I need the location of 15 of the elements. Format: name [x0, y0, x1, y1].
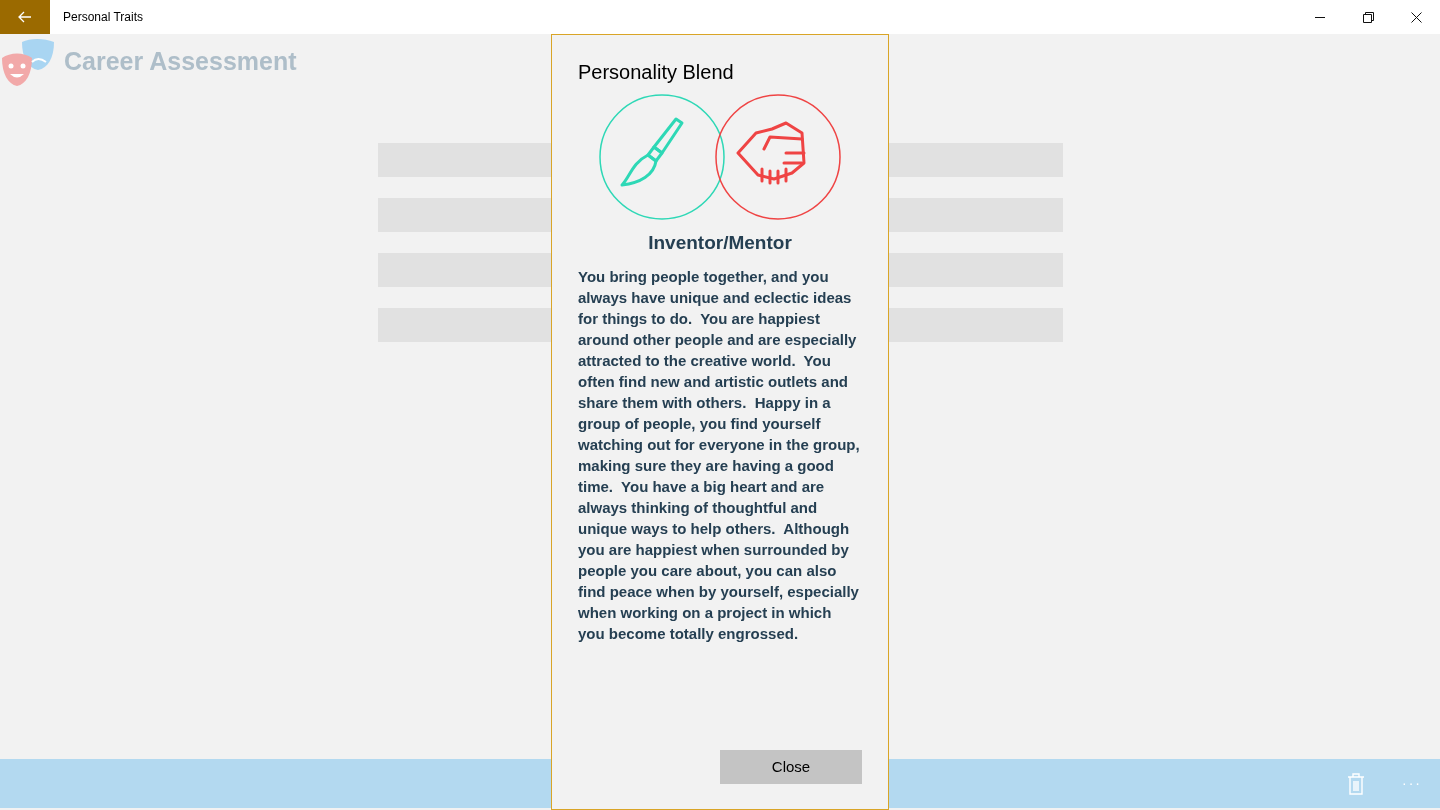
- theater-masks-icon: [0, 36, 56, 88]
- window-title: Personal Traits: [63, 9, 144, 26]
- paintbrush-icon: [620, 117, 684, 187]
- handshake-icon: [736, 121, 806, 185]
- back-button[interactable]: [0, 0, 50, 34]
- blend-description: You bring people together, and you always have unique and eclectic ideas for things to do. You are happiest around other people and are especially attracted to the creative world. You often find new and artistic outlets and share them with others. Happy in a group of people, you find yourself watching out for everyone in the group, making sure they are having a good time. You have a big heart and are always thinking of thoughtful and unique ways to help others. Although you are happiest when surrounded by people you care about, you can also find peace when by yourself, especially when working on a project in which you become totally engrossed.: [578, 266, 861, 644]
- minimize-icon: [1315, 16, 1325, 18]
- dialog-title: Personality Blend: [578, 60, 735, 85]
- app-title: Career Assessment: [64, 46, 297, 78]
- close-icon: [1410, 11, 1422, 23]
- blend-name: Inventor/Mentor: [647, 231, 793, 255]
- close-dialog-button[interactable]: Close: [720, 750, 862, 784]
- back-arrow-icon: [18, 11, 32, 23]
- trash-icon: [1347, 772, 1365, 795]
- restore-icon: [1362, 11, 1374, 23]
